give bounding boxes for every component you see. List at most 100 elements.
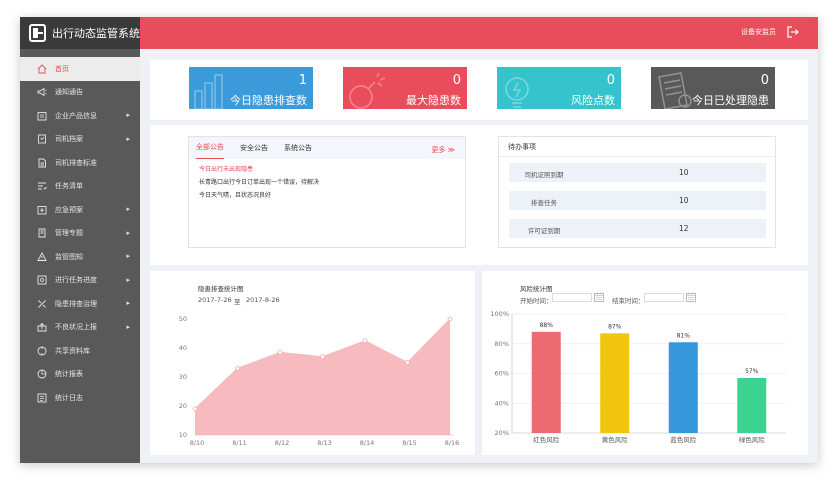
sidebar-item-share[interactable]: 共享资料库: [20, 339, 140, 363]
y-tick-label: 20%: [495, 429, 509, 437]
sidebar-item-monitor[interactable]: 监管图知 ▸: [20, 245, 140, 269]
todo-row[interactable]: 许可证到期 12: [509, 219, 766, 238]
x-tick-label: 8/15: [402, 439, 417, 447]
x-tick-label: 8/14: [360, 439, 375, 447]
data-point: [277, 349, 283, 355]
archive-icon: [37, 134, 47, 144]
home-icon: [37, 64, 47, 74]
x-tick-label: 8/16: [445, 439, 460, 447]
chevron-right-icon: ▸: [126, 134, 130, 143]
todo-value: 12: [679, 224, 689, 233]
stat-label: 今日已处理隐患: [692, 94, 769, 107]
bar-value-label: 88%: [540, 322, 554, 329]
stat-card-handled-today[interactable]: 0 今日已处理隐患: [651, 67, 775, 109]
log-icon: [37, 393, 47, 403]
list-item[interactable]: 今日出行未出现隐患: [199, 163, 465, 176]
x-tick-label: 8/11: [232, 439, 247, 447]
todo-row[interactable]: 司机证照到期 10: [509, 163, 766, 182]
data-point: [320, 354, 325, 360]
sidebar-item-checklist[interactable]: 任务清单: [20, 175, 140, 199]
sidebar-item-log[interactable]: 统计日志: [20, 386, 140, 410]
more-link[interactable]: 更多 ≫: [431, 145, 455, 155]
user-name[interactable]: 设备安监员: [741, 27, 776, 37]
sidebar-item-document[interactable]: 司机排查标准: [20, 151, 140, 175]
x-tick-label: 8/10: [190, 439, 205, 447]
tab-system-announcements[interactable]: 系统公告: [284, 143, 312, 159]
list-item[interactable]: 今日天气晴，且状态况良好: [199, 189, 465, 202]
hazard-area-chart: 10 20 30 40 50 8/10 8/11 8/12 8/13 8/14 8/15 8/16: [179, 315, 460, 447]
stat-value: 0: [452, 73, 461, 88]
monitor-icon: [37, 251, 47, 262]
data-point: [362, 338, 368, 344]
share-icon: [37, 346, 47, 356]
stat-card-daily-checks[interactable]: 1 今日隐患排查数: [189, 67, 313, 109]
stat-card-max-hazards[interactable]: 0 最大隐患数: [343, 67, 467, 109]
sidebar-item-label: 统计报表: [55, 370, 83, 379]
chevron-right-icon: ▸: [126, 228, 130, 237]
todo-value: 10: [679, 196, 689, 205]
brand: 出行动态监管系统: [20, 17, 140, 49]
hazard-chart-panel: 隐患排查统计图 2017-7-26 至 2017-8-26 10 20 30 40 50…: [150, 271, 475, 455]
y-tick-label: 60%: [495, 370, 509, 378]
sidebar-item-label: 不良状况上报: [55, 323, 97, 332]
sidebar-item-home[interactable]: 首页: [20, 57, 140, 81]
sidebar-item-progress[interactable]: 进行任务进度 ▸: [20, 269, 140, 293]
sidebar-item-label: 企业产品信息: [55, 111, 97, 120]
announcement-box: 全部公告 安全公告 系统公告 更多 ≫ 今日出行未出现隐患 长青路口出行今日订单出…: [188, 136, 466, 248]
data-point: [405, 360, 410, 365]
sidebar-item-building[interactable]: 企业产品信息 ▸: [20, 104, 140, 128]
stat-card-risk-points[interactable]: 0 风险点数: [497, 67, 621, 109]
x-tick-label: 蓝色风险: [670, 435, 697, 444]
bar: [600, 333, 630, 433]
data-point: [192, 406, 198, 412]
risk-chart-panel: 风险统计图 开始时间： 结束时间： 20% 40% 60% 80% 100% 88% 红色风…: [482, 271, 808, 455]
announcement-tabs: 全部公告 安全公告 系统公告 更多 ≫: [189, 137, 465, 159]
sidebar-nav: 首页通知通告企业产品信息 ▸ 司机档案 ▸ 司机排查标准 任务清单应急预案 ▸ 管理专题 ▸ 监管…: [20, 49, 140, 410]
list-item[interactable]: 长青路口出行今日订单出现一个错误，待解决: [199, 176, 465, 189]
stat-label: 今日隐患排查数: [230, 94, 307, 107]
y-tick-label: 40%: [495, 399, 509, 407]
todo-row[interactable]: 排查任务 10: [509, 191, 766, 210]
sidebar-item-tools[interactable]: 隐患排查治理 ▸: [20, 292, 140, 316]
x-tick-label: 红色风险: [533, 435, 560, 444]
series-area: [195, 319, 450, 435]
app-title: 出行动态监管系统: [52, 27, 140, 40]
sidebar-item-archive[interactable]: 司机档案 ▸: [20, 128, 140, 152]
chevron-right-icon: ▸: [126, 111, 130, 119]
logout-icon[interactable]: [786, 25, 800, 39]
y-tick-label: 80%: [495, 340, 509, 348]
sidebar-item-label: 统计日志: [55, 393, 83, 402]
todo-label: 司机证照到期: [524, 171, 564, 179]
stat-label: 风险点数: [571, 94, 615, 107]
sidebar: 出行动态监管系统 首页通知通告企业产品信息 ▸ 司机档案 ▸ 司机排查标准 任务清单应急预…: [20, 17, 140, 463]
bar-value-label: 87%: [608, 323, 622, 330]
sidebar-item-upload[interactable]: 不良状况上报 ▸: [20, 316, 140, 340]
chevron-right-icon: ▸: [126, 205, 130, 213]
sidebar-item-label: 司机档案: [55, 135, 83, 144]
sidebar-item-pie-chart[interactable]: 统计报表: [20, 363, 140, 387]
todo-label: 排查任务: [531, 199, 557, 207]
tab-all-announcements[interactable]: 全部公告: [196, 142, 224, 159]
y-tick-label: 10: [179, 431, 187, 439]
sidebar-item-label: 通知通告: [55, 88, 83, 97]
pie-chart-icon: [37, 369, 47, 379]
todo-title: 待办事项: [499, 137, 775, 157]
stat-value: 0: [760, 73, 769, 88]
sidebar-item-label: 进行任务进度: [55, 276, 97, 285]
emergency-icon: [37, 205, 47, 215]
sidebar-item-megaphone[interactable]: 通知通告: [20, 81, 140, 105]
sidebar-item-topic[interactable]: 管理专题 ▸: [20, 222, 140, 246]
data-point: [447, 316, 453, 322]
sidebar-item-label: 司机排查标准: [55, 158, 97, 167]
sidebar-item-label: 任务清单: [55, 182, 83, 191]
notice-panel: 全部公告 安全公告 系统公告 更多 ≫ 今日出行未出现隐患 长青路口出行今日订单出…: [150, 125, 808, 265]
sidebar-item-emergency[interactable]: 应急预案 ▸: [20, 198, 140, 222]
bomb-icon: [349, 72, 386, 109]
y-tick-label: 40: [179, 344, 187, 352]
y-tick-label: 30: [179, 373, 187, 381]
x-tick-label: 8/12: [275, 439, 290, 447]
tab-safety-announcements[interactable]: 安全公告: [240, 143, 268, 159]
risk-bar-chart: 20% 40% 60% 80% 100% 88% 红色风险 87% 黄色风险 81% 蓝色风险 57%…: [490, 310, 786, 444]
chevron-right-icon: ▸: [126, 252, 130, 260]
bar: [737, 377, 767, 433]
